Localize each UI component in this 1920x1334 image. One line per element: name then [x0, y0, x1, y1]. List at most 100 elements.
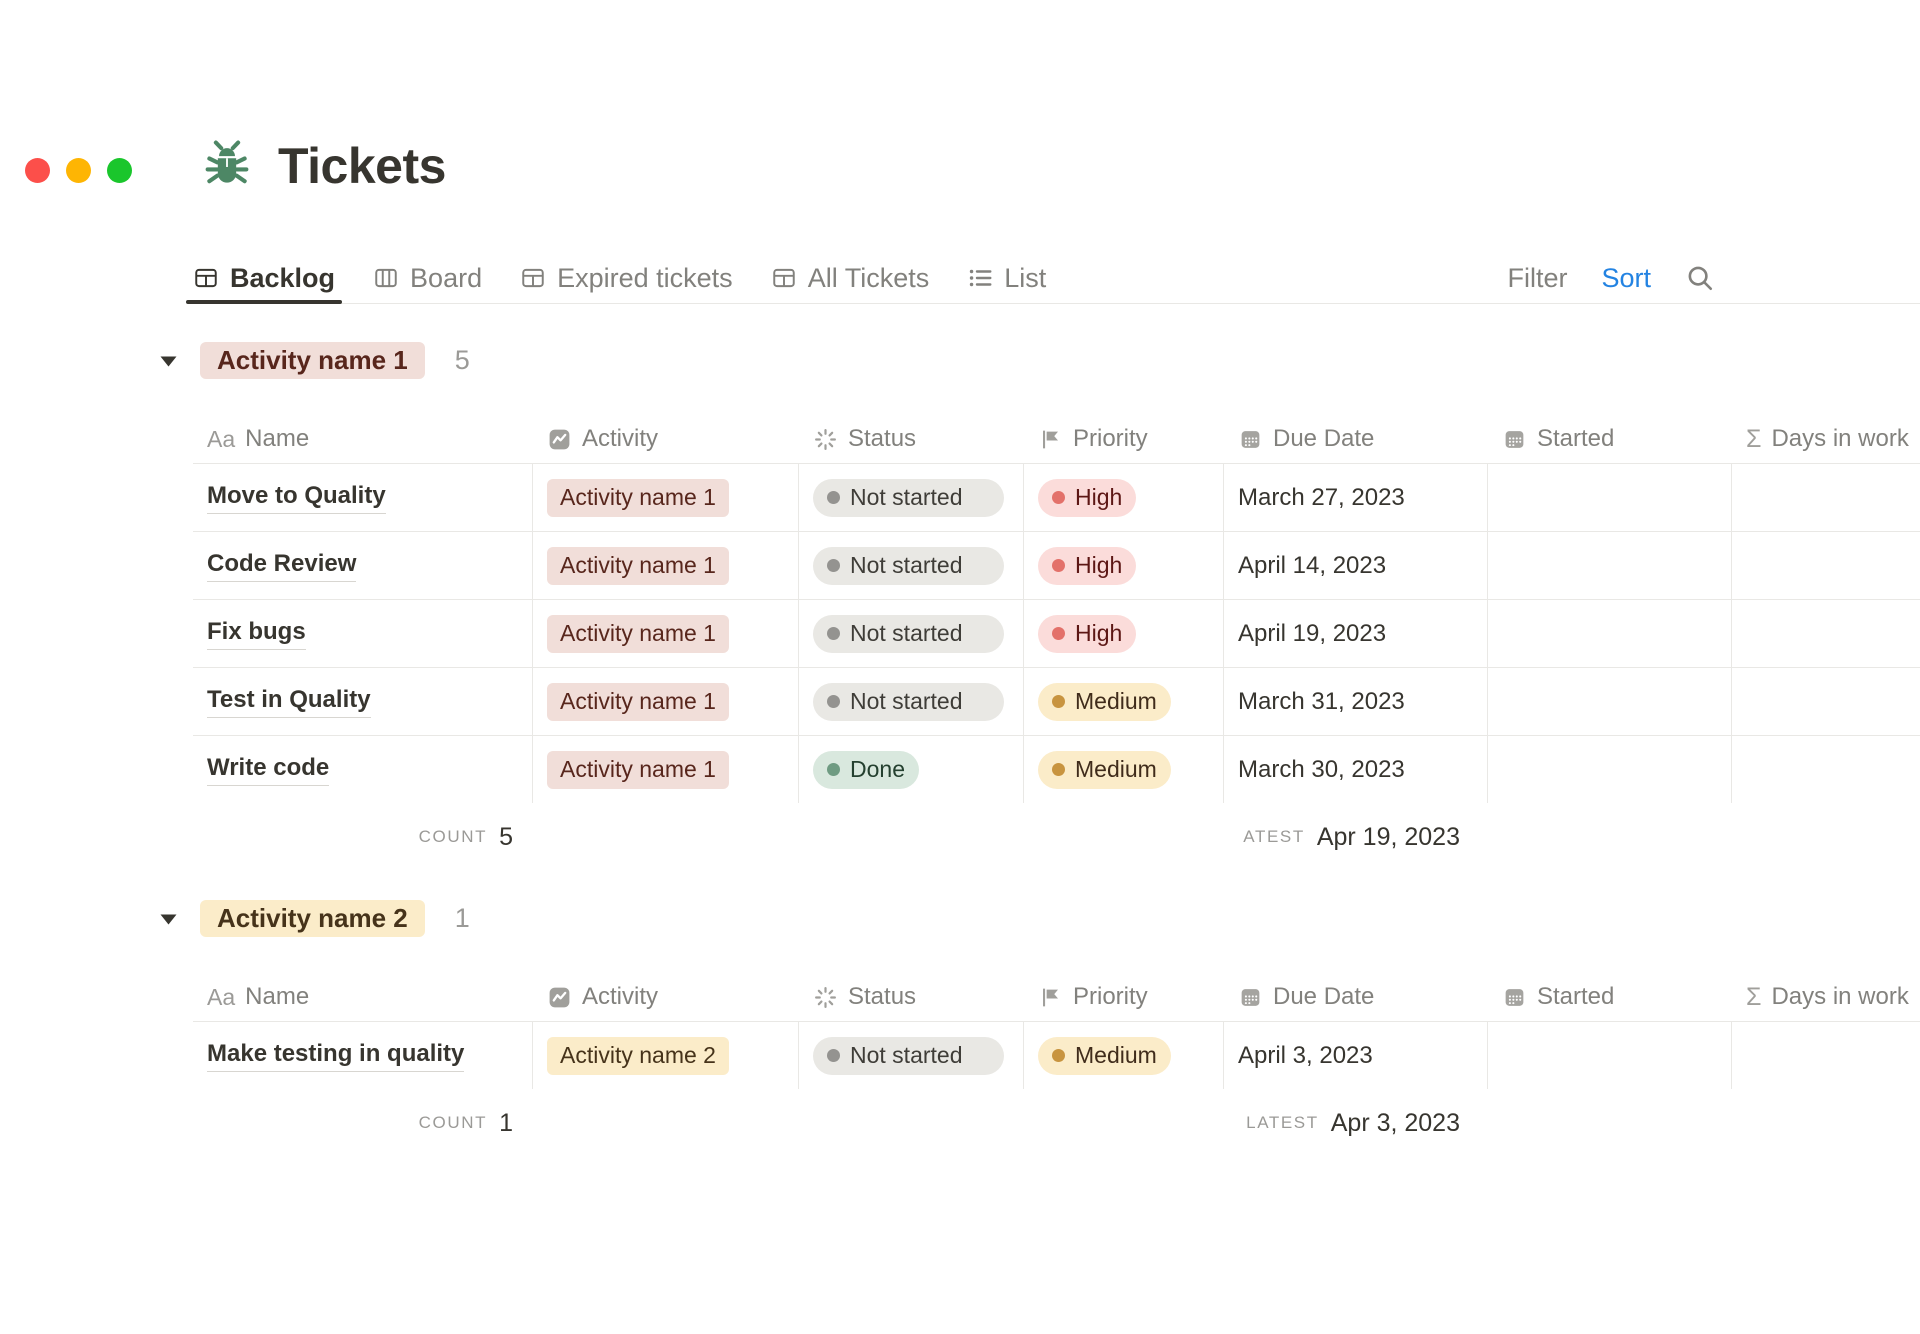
table-row[interactable]: Test in Quality Activity name 1 Not starte…	[193, 667, 1920, 735]
filter-button[interactable]: Filter	[1507, 263, 1567, 294]
cell-name[interactable]: Fix bugs	[193, 600, 533, 667]
priority-pill[interactable]: Medium	[1038, 1037, 1171, 1075]
cell-days-in-work[interactable]	[1732, 668, 1920, 735]
priority-pill[interactable]: High	[1038, 479, 1136, 517]
status-pill[interactable]: Not started	[813, 547, 1004, 585]
cell-started[interactable]	[1488, 668, 1732, 735]
cell-name[interactable]: Write code	[193, 736, 533, 803]
activity-tag[interactable]: Activity name 2	[547, 1037, 729, 1075]
cell-started[interactable]	[1488, 1022, 1732, 1089]
column-header-due-date[interactable]: Due Date	[1224, 415, 1488, 463]
search-icon[interactable]	[1685, 263, 1715, 293]
cell-activity[interactable]: Activity name 2	[533, 1022, 799, 1089]
column-header-priority[interactable]: Priority	[1024, 973, 1224, 1021]
column-header-name[interactable]: AaName	[193, 973, 533, 1021]
cell-activity[interactable]: Activity name 1	[533, 464, 799, 531]
cell-name[interactable]: Move to Quality	[193, 464, 533, 531]
table-row[interactable]: Code Review Activity name 1 Not started Hig…	[193, 531, 1920, 599]
cell-activity[interactable]: Activity name 1	[533, 600, 799, 667]
status-pill[interactable]: Not started	[813, 683, 1004, 721]
cell-days-in-work[interactable]	[1732, 532, 1920, 599]
tab-list[interactable]: List	[967, 253, 1046, 303]
summary-count[interactable]: COUNT1	[193, 1089, 533, 1157]
cell-started[interactable]	[1488, 464, 1732, 531]
tab-all-tickets[interactable]: All Tickets	[771, 253, 930, 303]
column-header-started[interactable]: Started	[1488, 415, 1732, 463]
table-row[interactable]: Make testing in quality Activity name 2 No…	[193, 1021, 1920, 1089]
table-row[interactable]: Fix bugs Activity name 1 Not started High Ap…	[193, 599, 1920, 667]
status-pill[interactable]: Not started	[813, 1037, 1004, 1075]
cell-activity[interactable]: Activity name 1	[533, 532, 799, 599]
column-header-status[interactable]: Status	[799, 415, 1024, 463]
activity-tag[interactable]: Activity name 1	[547, 547, 729, 585]
priority-pill[interactable]: Medium	[1038, 751, 1171, 789]
priority-pill[interactable]: Medium	[1038, 683, 1171, 721]
activity-tag[interactable]: Activity name 1	[547, 751, 729, 789]
cell-priority[interactable]: Medium	[1024, 668, 1224, 735]
activity-tag[interactable]: Activity name 1	[547, 683, 729, 721]
cell-priority[interactable]: High	[1024, 464, 1224, 531]
cell-days-in-work[interactable]	[1732, 1022, 1920, 1089]
column-header-activity[interactable]: Activity	[533, 973, 799, 1021]
cell-activity[interactable]: Activity name 1	[533, 668, 799, 735]
activity-tag[interactable]: Activity name 1	[547, 479, 729, 517]
activity-tag[interactable]: Activity name 1	[547, 615, 729, 653]
collapse-toggle-icon[interactable]	[158, 351, 178, 371]
collapse-toggle-icon[interactable]	[158, 909, 178, 929]
cell-days-in-work[interactable]	[1732, 464, 1920, 531]
cell-priority[interactable]: High	[1024, 600, 1224, 667]
cell-activity[interactable]: Activity name 1	[533, 736, 799, 803]
cell-name[interactable]: Code Review	[193, 532, 533, 599]
summary-count[interactable]: COUNT5	[193, 803, 533, 871]
priority-pill[interactable]: High	[1038, 547, 1136, 585]
cell-status[interactable]: Not started	[799, 668, 1024, 735]
cell-due-date[interactable]: March 31, 2023	[1224, 668, 1488, 735]
column-header-due-date[interactable]: Due Date	[1224, 973, 1488, 1021]
cell-status[interactable]: Done	[799, 736, 1024, 803]
priority-pill[interactable]: High	[1038, 615, 1136, 653]
cell-started[interactable]	[1488, 532, 1732, 599]
cell-days-in-work[interactable]	[1732, 736, 1920, 803]
cell-started[interactable]	[1488, 736, 1732, 803]
table-row[interactable]: Move to Quality Activity name 1 Not starte…	[193, 463, 1920, 531]
cell-due-date[interactable]: April 14, 2023	[1224, 532, 1488, 599]
column-header-activity[interactable]: Activity	[533, 415, 799, 463]
status-pill[interactable]: Not started	[813, 615, 1004, 653]
tab-expired-tickets[interactable]: Expired tickets	[520, 253, 733, 303]
group-badge[interactable]: Activity name 1	[200, 342, 425, 379]
cell-status[interactable]: Not started	[799, 1022, 1024, 1089]
cell-status[interactable]: Not started	[799, 532, 1024, 599]
zoom-button[interactable]	[107, 158, 132, 183]
cell-name[interactable]: Make testing in quality	[193, 1022, 533, 1089]
cell-due-date[interactable]: April 19, 2023	[1224, 600, 1488, 667]
cell-started[interactable]	[1488, 600, 1732, 667]
cell-due-date[interactable]: March 27, 2023	[1224, 464, 1488, 531]
tab-board[interactable]: Board	[373, 253, 482, 303]
status-pill[interactable]: Not started	[813, 479, 1004, 517]
cell-priority[interactable]: Medium	[1024, 736, 1224, 803]
cell-due-date[interactable]: April 3, 2023	[1224, 1022, 1488, 1089]
tab-backlog[interactable]: Backlog	[193, 253, 335, 303]
page-title[interactable]: Tickets	[278, 137, 446, 195]
cell-name[interactable]: Test in Quality	[193, 668, 533, 735]
cell-status[interactable]: Not started	[799, 600, 1024, 667]
summary-latest[interactable]: ATESTApr 19, 2023	[1224, 803, 1488, 871]
status-pill[interactable]: Done	[813, 751, 919, 789]
cell-priority[interactable]: High	[1024, 532, 1224, 599]
cell-due-date[interactable]: March 30, 2023	[1224, 736, 1488, 803]
column-header-days-in-work[interactable]: ΣDays in work	[1732, 415, 1920, 463]
column-header-started[interactable]: Started	[1488, 973, 1732, 1021]
column-header-priority[interactable]: Priority	[1024, 415, 1224, 463]
column-header-name[interactable]: AaName	[193, 415, 533, 463]
table-row[interactable]: Write code Activity name 1 Done Medium March…	[193, 735, 1920, 803]
close-button[interactable]	[25, 158, 50, 183]
group-badge[interactable]: Activity name 2	[200, 900, 425, 937]
cell-status[interactable]: Not started	[799, 464, 1024, 531]
cell-priority[interactable]: Medium	[1024, 1022, 1224, 1089]
cell-days-in-work[interactable]	[1732, 600, 1920, 667]
column-header-status[interactable]: Status	[799, 973, 1024, 1021]
column-header-days-in-work[interactable]: ΣDays in work	[1732, 973, 1920, 1021]
sort-button[interactable]: Sort	[1601, 263, 1651, 294]
minimize-button[interactable]	[66, 158, 91, 183]
summary-latest[interactable]: LATESTApr 3, 2023	[1224, 1089, 1488, 1157]
